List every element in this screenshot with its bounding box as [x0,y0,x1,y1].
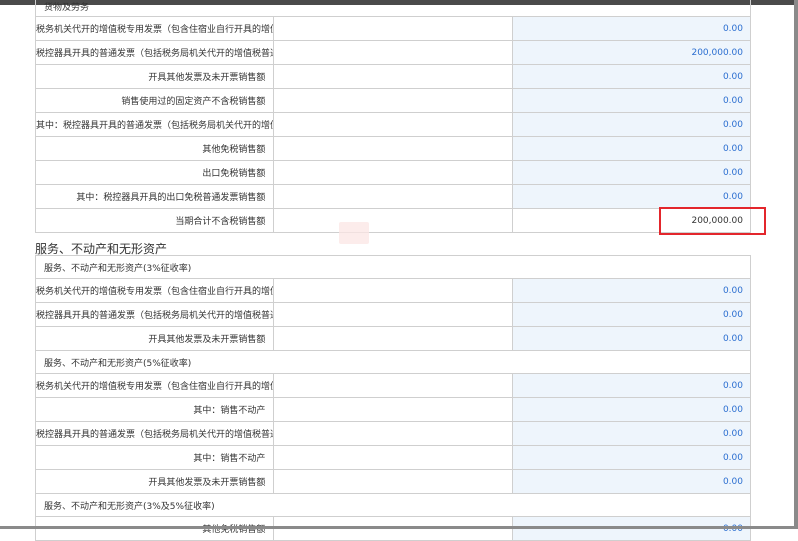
table-row: 其中：销售不动产 0.00 [34,397,752,422]
goods-header-row: 货物及劳务 [35,0,751,17]
table-row: 其他免税销售额 0.00 [34,136,752,161]
highlight-box [659,207,766,235]
table-row: 其中：税控器具开具的普通发票（包括税务局机关代开的增值税普通发票）不含税销售额 … [34,112,752,137]
table-row: 开具其他发票及未开票销售额 0.00 [34,64,752,89]
row-label: 税务机关代开的增值税专用发票（包含住宿业自行开具的增值税专用发票）不含税销售额 [34,16,275,41]
amount-input[interactable]: 0.00 [511,160,752,185]
row-label: 其中：税控器具开具的出口免税普通发票销售额 [34,184,275,209]
amount-input[interactable]: 0.00 [511,302,752,327]
row-label: 税务机关代开的增值税专用发票（包含住宿业自行开具的增值税专用发票）不含税销售额 [34,278,275,303]
amount-input[interactable]: 0.00 [511,469,752,494]
goods-header: 货物及劳务 [35,0,751,17]
amount-input[interactable]: 0.00 [511,421,752,446]
group-header: 服务、不动产和无形资产(5%征收率) [35,350,751,374]
row-label: 其中：税控器具开具的普通发票（包括税务局机关代开的增值税普通发票）不含税销售额 [34,112,275,137]
row-label: 税务机关代开的增值税专用发票（包含住宿业自行开具的增值税专用发票）不含税销售额 [34,373,275,398]
goods-table: 货物及劳务 税务机关代开的增值税专用发票（包含住宿业自行开具的增值税专用发票）不… [34,0,752,233]
row-label: 开具其他发票及未开票销售额 [34,326,275,351]
amount-input[interactable]: 0.00 [511,112,752,137]
services-section: 服务、不动产和无形资产(3%征收率) 税务机关代开的增值税专用发票（包含住宿业自… [34,255,752,541]
row-label: 其他免税销售额 [34,136,275,161]
table-row: 开具其他发票及未开票销售额 0.00 [34,469,752,494]
total-label: 当期合计不含税销售额 [34,208,275,233]
total-row: 当期合计不含税销售额 200,000.00 [34,208,752,233]
row-label: 销售使用过的固定资产不含税销售额 [34,88,275,113]
table-row: 销售使用过的固定资产不含税销售额 0.00 [34,88,752,113]
row-label: 开具其他发票及未开票销售额 [34,469,275,494]
row-label: 其中：销售不动产 [34,445,275,470]
amount-input[interactable]: 0.00 [511,278,752,303]
row-label: 税控器具开具的普通发票（包括税务局机关代开的增值税普通发票）不含税销售额 [34,40,275,65]
amount-input[interactable]: 0.00 [511,184,752,209]
table-row: 出口免税销售额 0.00 [34,160,752,185]
table-row: 其中：销售不动产 0.00 [34,445,752,470]
table-row: 税控器具开具的普通发票（包括税务局机关代开的增值税普通发票）不含税销售额 200… [34,40,752,65]
table-row: 税务机关代开的增值税专用发票（包含住宿业自行开具的增值税专用发票）不含税销售额 … [34,278,752,303]
goods-section: 货物及劳务 税务机关代开的增值税专用发票（包含住宿业自行开具的增值税专用发票）不… [34,0,752,233]
group-header: 服务、不动产和无形资产(3%及5%征收率) [35,493,751,517]
table-row: 税务机关代开的增值税专用发票（包含住宿业自行开具的增值税专用发票）不含税销售额 … [34,16,752,41]
amount-input[interactable]: 0.00 [511,373,752,398]
table-row: 税控器具开具的普通发票（包括税务局机关代开的增值税普通发票）不含税销售额 0.0… [34,421,752,446]
amount-input[interactable]: 0.00 [511,397,752,422]
amount-input[interactable]: 0.00 [511,88,752,113]
amount-input[interactable]: 200,000.00 [511,40,752,65]
group-header: 服务、不动产和无形资产(3%征收率) [35,255,751,279]
row-label: 其中：销售不动产 [34,397,275,422]
amount-input[interactable]: 0.00 [511,326,752,351]
row-label: 税控器具开具的普通发票（包括税务局机关代开的增值税普通发票）不含税销售额 [34,302,275,327]
amount-input[interactable]: 0.00 [511,136,752,161]
group-header-row: 服务、不动产和无形资产(3%征收率) [35,255,751,279]
table-row: 开具其他发票及未开票销售额 0.00 [34,326,752,351]
amount-input[interactable]: 0.00 [511,16,752,41]
group-header-row: 服务、不动产和无形资产(5%征收率) [35,350,751,374]
row-label: 开具其他发票及未开票销售额 [34,64,275,89]
table-row: 税控器具开具的普通发票（包括税务局机关代开的增值税普通发票）不含税销售额 0.0… [34,302,752,327]
amount-input[interactable]: 0.00 [511,445,752,470]
row-label: 出口免税销售额 [34,160,275,185]
amount-input[interactable]: 0.00 [511,64,752,89]
scrollbar[interactable] [794,0,798,529]
row-label: 税控器具开具的普通发票（包括税务局机关代开的增值税普通发票）不含税销售额 [34,421,275,446]
table-row: 其中：税控器具开具的出口免税普通发票销售额 0.00 [34,184,752,209]
group-header-row: 服务、不动产和无形资产(3%及5%征收率) [35,493,751,517]
table-row: 税务机关代开的增值税专用发票（包含住宿业自行开具的增值税专用发票）不含税销售额 … [34,373,752,398]
services-table: 服务、不动产和无形资产(3%征收率) 税务机关代开的增值税专用发票（包含住宿业自… [34,255,752,541]
